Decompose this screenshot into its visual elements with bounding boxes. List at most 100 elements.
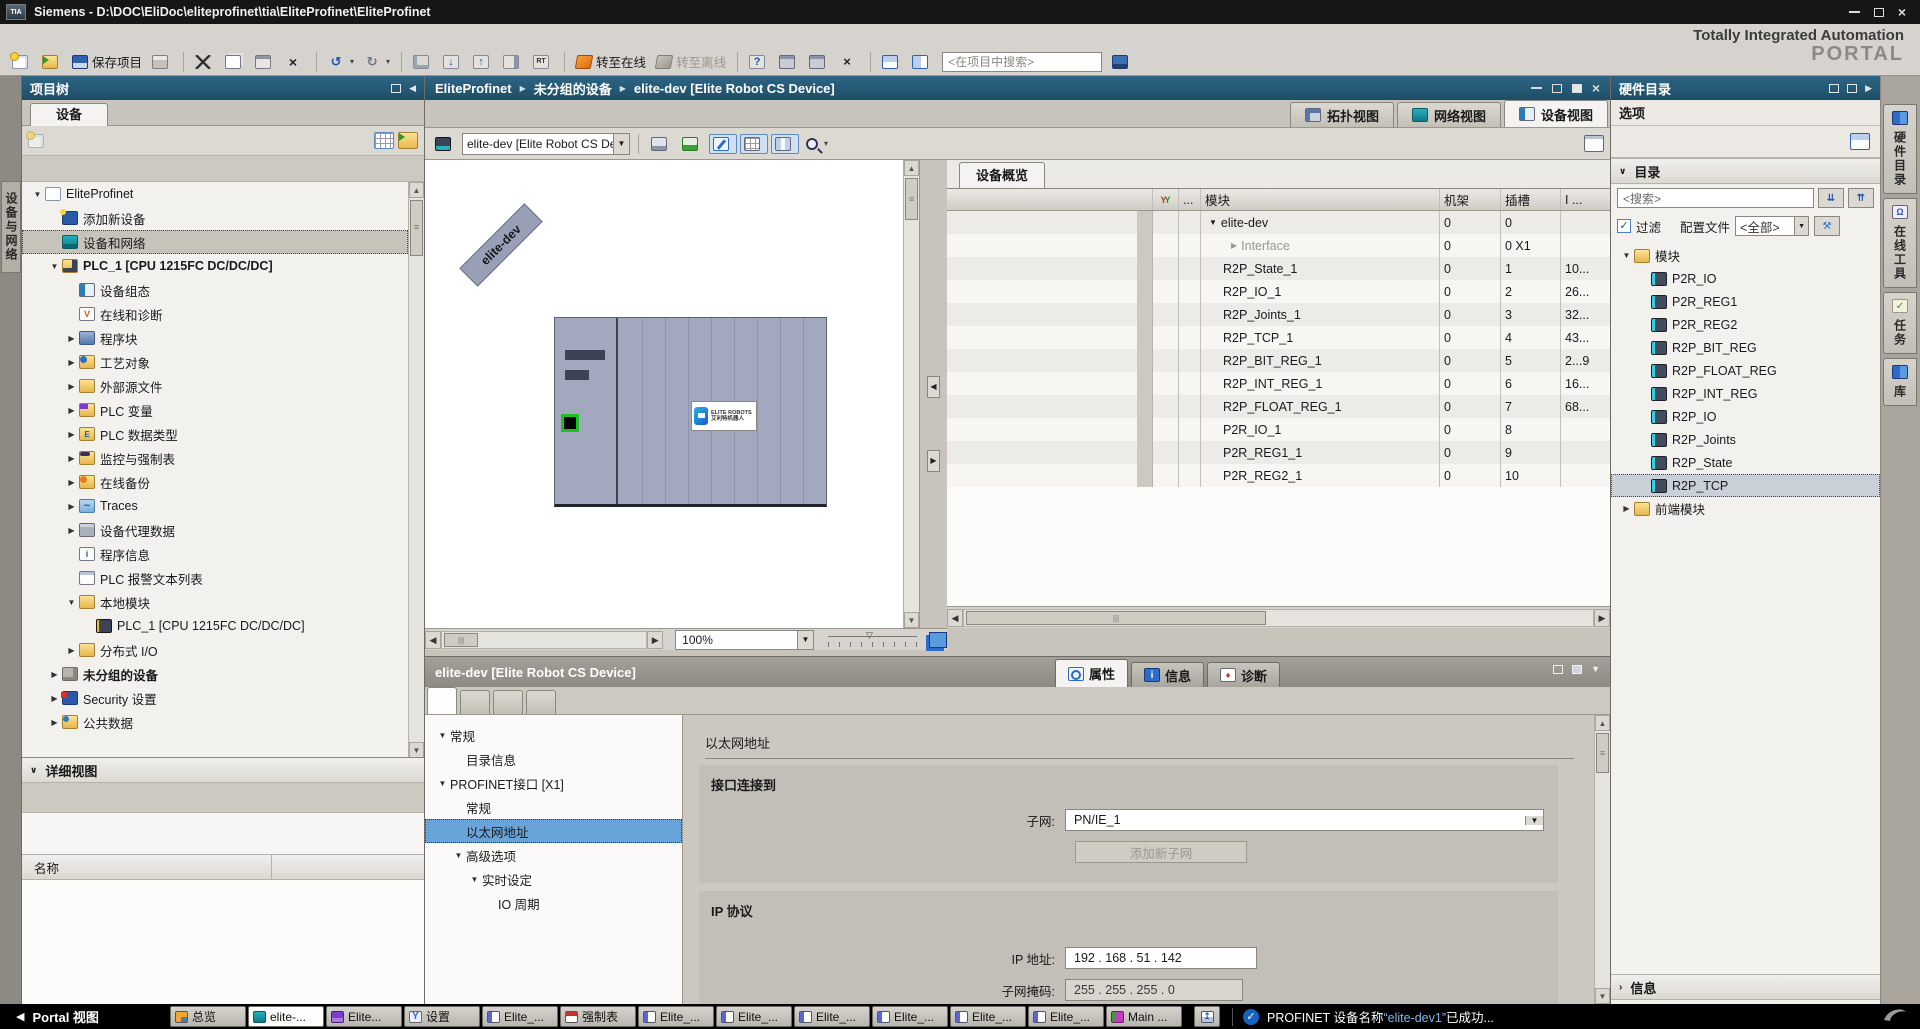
- scroll-down-icon[interactable]: ▼: [1595, 988, 1610, 1004]
- expand-arrow-icon[interactable]: ▶: [64, 334, 79, 343]
- side-panel-tab[interactable]: 硬件目录: [1883, 104, 1917, 194]
- device-canvas[interactable]: elite-dev ELITE ROBOTS 艾利特机器人: [425, 160, 920, 628]
- chevron-down-icon[interactable]: ▼: [1525, 816, 1543, 825]
- toolbar-button[interactable]: [431, 134, 459, 154]
- taskbar-button[interactable]: Elite_...: [716, 1006, 792, 1027]
- expand-arrow-icon[interactable]: ▼: [467, 875, 482, 884]
- minimize-icon[interactable]: [1849, 11, 1860, 13]
- canvas-horizontal-scrollbar[interactable]: |||: [441, 631, 647, 649]
- col-dots[interactable]: ...: [1179, 189, 1201, 210]
- tree-item[interactable]: 添加新设备: [22, 206, 408, 230]
- row-handle[interactable]: [1137, 372, 1153, 395]
- module-cell[interactable]: P2R_REG1_1: [1201, 441, 1440, 464]
- menu-item[interactable]: [178, 33, 202, 39]
- tree-item[interactable]: ▶Traces: [22, 494, 408, 518]
- tree-item[interactable]: R2P_TCP: [1611, 474, 1880, 497]
- row-handle[interactable]: [1137, 280, 1153, 303]
- expand-arrow-icon[interactable]: ▼: [1619, 251, 1634, 260]
- search-up-icon[interactable]: ⇈: [1848, 188, 1874, 208]
- device-overview-row[interactable]: R2P_State_10110...: [947, 257, 1610, 280]
- toolbar-button[interactable]: [8, 52, 36, 72]
- float-panel-icon[interactable]: [1829, 84, 1839, 93]
- toolbar-button[interactable]: [908, 52, 936, 72]
- properties-nav-item[interactable]: ▼PROFINET接口 [X1]: [425, 771, 682, 795]
- tree-item[interactable]: ▶前端模块: [1611, 497, 1880, 520]
- collapse-detail-icon[interactable]: ∨: [30, 765, 37, 776]
- properties-subtab[interactable]: [427, 687, 457, 714]
- menu-item[interactable]: [154, 33, 178, 39]
- editor-list-button[interactable]: [1194, 1006, 1220, 1027]
- expand-arrow-icon[interactable]: ▶: [64, 526, 79, 535]
- tree-item[interactable]: R2P_State: [1611, 451, 1880, 474]
- properties-nav-item[interactable]: 目录信息: [425, 747, 682, 771]
- scrollbar-thumb[interactable]: |||: [966, 611, 1266, 625]
- tree-item[interactable]: R2P_BIT_REG: [1611, 336, 1880, 359]
- toolbar-button[interactable]: ▾: [360, 52, 394, 72]
- zoom-slider[interactable]: ▽: [828, 632, 917, 648]
- expand-arrow-icon[interactable]: ▼: [1209, 218, 1217, 227]
- editor-close-icon[interactable]: ×: [1592, 83, 1600, 93]
- module-cell[interactable]: P2R_REG2_1: [1201, 464, 1440, 487]
- scrollbar-thumb[interactable]: ≡: [905, 178, 918, 220]
- filter-checkbox[interactable]: ✓: [1617, 219, 1631, 233]
- toolbar-button[interactable]: [878, 52, 906, 72]
- catalog-section-header[interactable]: ∨ 目录: [1611, 158, 1880, 184]
- tree-item[interactable]: R2P_FLOAT_REG: [1611, 359, 1880, 382]
- scroll-left-icon[interactable]: ◀: [425, 631, 441, 649]
- dropdown-caret-icon[interactable]: ▾: [350, 57, 354, 66]
- tree-item[interactable]: ▶监控与强制表: [22, 446, 408, 470]
- breadcrumb-item[interactable]: ▶未分组的设备: [512, 79, 612, 98]
- properties-nav-item[interactable]: 以太网地址: [425, 819, 682, 843]
- toolbar-button[interactable]: [1108, 52, 1136, 72]
- maximize-icon[interactable]: [1874, 8, 1884, 17]
- breadcrumb-item[interactable]: ▶elite-dev [Elite Robot CS Device]: [612, 81, 835, 96]
- scroll-down-icon[interactable]: ▼: [409, 742, 424, 758]
- portal-view-button[interactable]: ◀ Portal 视图: [0, 1007, 170, 1026]
- expand-arrow-icon[interactable]: ▶: [64, 454, 79, 463]
- collapse-panel-icon[interactable]: ▶: [1865, 83, 1872, 94]
- catalog-search-input[interactable]: <搜索>: [1617, 188, 1814, 208]
- menu-item[interactable]: [34, 33, 58, 39]
- toolbar-button[interactable]: [835, 52, 863, 72]
- breadcrumb-item[interactable]: ▶EliteProfinet: [435, 81, 512, 96]
- pin-panel-icon[interactable]: [391, 84, 401, 93]
- device-overview-row[interactable]: R2P_IO_10226...: [947, 280, 1610, 303]
- module-cell[interactable]: R2P_BIT_REG_1: [1201, 349, 1440, 372]
- expand-arrow-icon[interactable]: ▶: [47, 694, 62, 703]
- menu-item[interactable]: [82, 33, 106, 39]
- tree-item[interactable]: ▶工艺对象: [22, 350, 408, 374]
- device-overview-row[interactable]: P2R_REG2_1010: [947, 464, 1610, 487]
- detail-view-header[interactable]: ∨ 详细视图: [22, 757, 424, 783]
- expand-info-icon[interactable]: ›: [1619, 982, 1622, 993]
- toolbar-button[interactable]: 转至在线: [572, 49, 650, 74]
- toolbar-button[interactable]: [191, 52, 219, 72]
- tree-item[interactable]: ▶Security 设置: [22, 686, 408, 710]
- taskbar-button[interactable]: Elite_...: [638, 1006, 714, 1027]
- tree-item[interactable]: PLC 报警文本列表: [22, 566, 408, 590]
- device-overview-row[interactable]: ▶Interface00 X1: [947, 234, 1610, 257]
- fit-to-window-icon[interactable]: [929, 632, 947, 648]
- toolbar-button[interactable]: [805, 52, 833, 72]
- properties-nav-item[interactable]: ▼常规: [425, 723, 682, 747]
- properties-tab[interactable]: 信息: [1131, 662, 1204, 687]
- table-view-icon[interactable]: [374, 132, 394, 149]
- module-cell[interactable]: R2P_Joints_1: [1201, 303, 1440, 326]
- splitter-left-icon[interactable]: ◀: [927, 376, 940, 398]
- device-overview-row[interactable]: P2R_REG1_109: [947, 441, 1610, 464]
- scrollbar-thumb[interactable]: ≡: [410, 200, 423, 256]
- scroll-up-icon[interactable]: ▲: [1595, 715, 1610, 731]
- col-slot[interactable]: 插槽: [1501, 189, 1561, 210]
- status-message[interactable]: PROFINET 设备名称“elite-dev1”已成功...: [1267, 1007, 1494, 1026]
- toolbar-button[interactable]: 保存项目: [68, 49, 146, 74]
- tree-item[interactable]: ▶分布式 I/O: [22, 638, 408, 662]
- taskbar-button[interactable]: Elite_...: [1028, 1006, 1104, 1027]
- catalog-settings-icon[interactable]: ⚒: [1814, 216, 1840, 236]
- row-handle[interactable]: [1137, 234, 1153, 257]
- tree-item[interactable]: 设备和网络: [22, 230, 408, 254]
- menu-item[interactable]: [10, 33, 34, 39]
- catalog-window-icon[interactable]: [1850, 133, 1870, 150]
- properties-scrollbar[interactable]: ▲ ≡ ▼: [1594, 715, 1610, 1004]
- tree-item[interactable]: P2R_REG1: [1611, 290, 1880, 313]
- toolbar-button[interactable]: [740, 134, 768, 154]
- toolbar-button[interactable]: [469, 52, 497, 72]
